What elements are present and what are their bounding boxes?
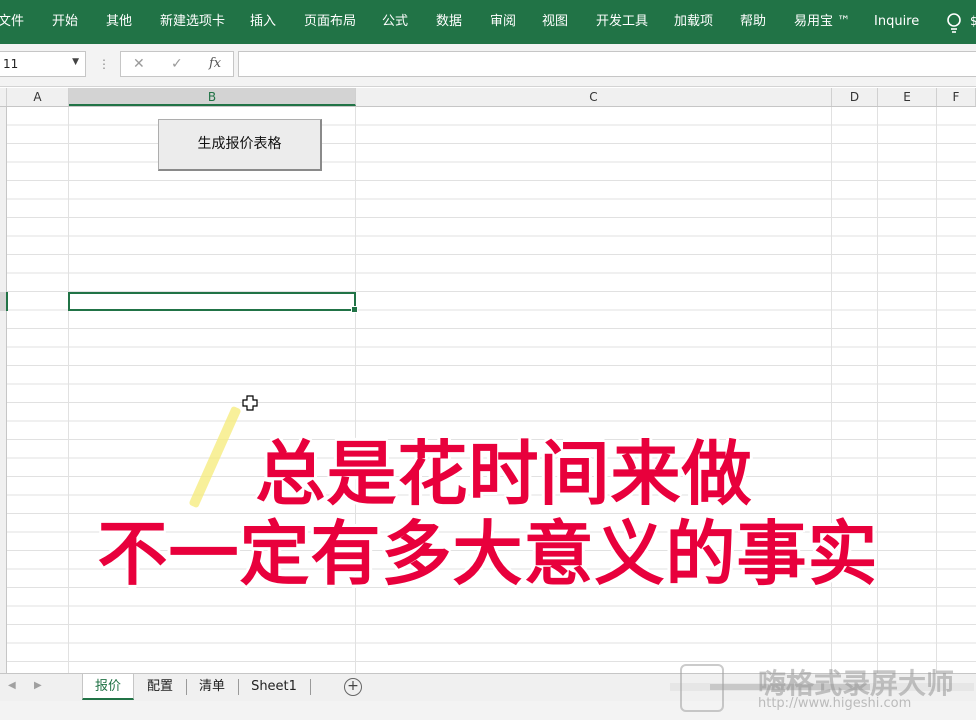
column-headers: A B C D E F <box>0 88 976 107</box>
scroll-right-icon[interactable]: ▶ <box>34 680 42 691</box>
tab-file[interactable]: 文件 <box>0 0 24 44</box>
formula-bar: 11 ▼ ⋮ ✕ ✓ fx <box>0 44 976 87</box>
chevron-down-icon[interactable]: ▼ <box>72 57 79 67</box>
tab-data[interactable]: 数据 <box>436 0 462 44</box>
cell-cursor-icon <box>242 395 258 411</box>
more-options-icon[interactable]: ⋮ <box>98 57 110 71</box>
tab-inquire[interactable]: Inquire <box>874 0 919 44</box>
name-box[interactable]: 11 ▼ <box>0 51 86 77</box>
ribbon-tab-bar: 文件 开始 其他 新建选项卡 插入 页面布局 公式 数据 审阅 视图 开发工具 … <box>0 0 976 44</box>
sheet-tab-sheet1[interactable]: Sheet1 <box>240 674 308 700</box>
watermark-url: http://www.higeshi.com <box>758 696 912 711</box>
column-header-d[interactable]: D <box>832 88 878 106</box>
fill-handle[interactable] <box>351 306 358 313</box>
cancel-icon[interactable]: ✕ <box>133 56 145 72</box>
select-all-corner[interactable] <box>0 88 7 106</box>
tab-help[interactable]: 帮助 <box>740 0 766 44</box>
tab-view[interactable]: 视图 <box>542 0 568 44</box>
active-cell-selection[interactable] <box>68 292 358 313</box>
tab-separator <box>238 679 239 695</box>
sheet-tab-config[interactable]: 配置 <box>136 674 184 700</box>
scroll-left-icon[interactable]: ◀ <box>8 680 16 691</box>
enter-icon[interactable]: ✓ <box>171 56 183 72</box>
column-header-a[interactable]: A <box>7 88 69 106</box>
tab-home[interactable]: 开始 <box>52 0 78 44</box>
formula-controls: ✕ ✓ fx <box>120 51 234 77</box>
selected-row-marker <box>0 292 8 311</box>
tab-add-ins[interactable]: 加载项 <box>674 0 713 44</box>
name-box-value: 11 <box>3 57 19 71</box>
tab-formulas[interactable]: 公式 <box>382 0 408 44</box>
lightbulb-icon[interactable] <box>944 12 964 34</box>
sheet-tab-list[interactable]: 清单 <box>188 674 236 700</box>
tab-separator <box>186 679 187 695</box>
column-header-e[interactable]: E <box>878 88 937 106</box>
ribbon-overflow-text: $ <box>970 14 976 28</box>
column-header-f[interactable]: F <box>937 88 976 106</box>
insert-function-icon[interactable]: fx <box>209 56 221 71</box>
column-header-b[interactable]: B <box>69 88 356 106</box>
recorder-watermark: 嗨格式录屏大师 http://www.higeshi.com <box>676 660 976 720</box>
recorder-logo-icon <box>680 664 724 712</box>
tab-developer[interactable]: 开发工具 <box>596 0 648 44</box>
tab-separator <box>310 679 311 695</box>
tab-new-tab[interactable]: 新建选项卡 <box>160 0 225 44</box>
generate-quote-table-button[interactable]: 生成报价表格 <box>158 119 322 171</box>
tab-yiyongbao[interactable]: 易用宝 ™ <box>794 0 850 44</box>
caption-line-2: 不一定有多大意义的事实 <box>97 513 879 595</box>
tab-other[interactable]: 其他 <box>106 0 132 44</box>
add-sheet-icon[interactable]: + <box>344 678 362 696</box>
sheet-tab-quote[interactable]: 报价 <box>82 674 134 700</box>
tab-insert[interactable]: 插入 <box>250 0 276 44</box>
formula-input[interactable] <box>238 51 976 77</box>
column-header-c[interactable]: C <box>356 88 832 106</box>
tab-page-layout[interactable]: 页面布局 <box>304 0 356 44</box>
tab-review[interactable]: 审阅 <box>490 0 516 44</box>
